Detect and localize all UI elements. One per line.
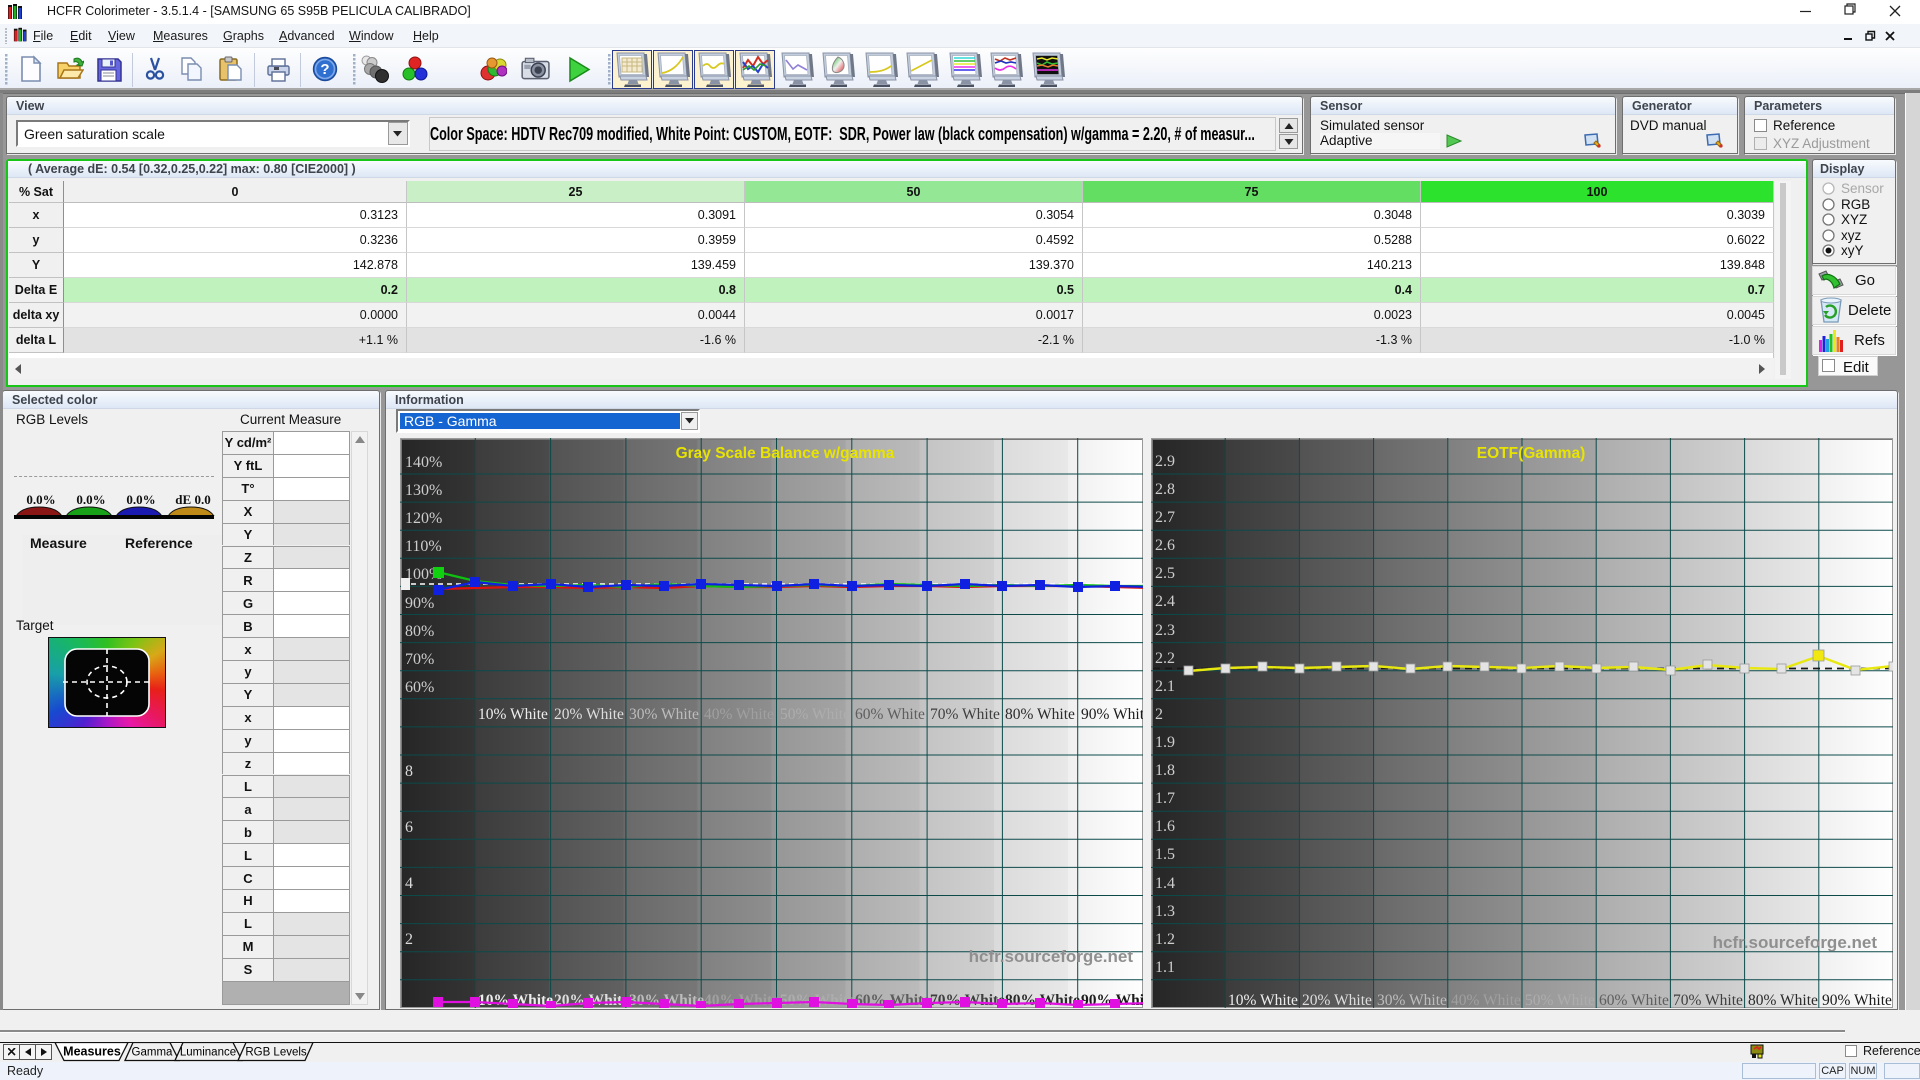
svg-text:90% White: 90% White bbox=[1822, 992, 1892, 1008]
svg-text:90% White: 90% White bbox=[1081, 706, 1143, 723]
svg-text:2.1: 2.1 bbox=[1155, 678, 1175, 695]
svg-text:4: 4 bbox=[405, 875, 413, 892]
svg-text:60% White: 60% White bbox=[1599, 992, 1669, 1008]
svg-text:90%: 90% bbox=[405, 595, 434, 612]
svg-text:60%: 60% bbox=[405, 679, 434, 696]
svg-text:hcfr.sourceforge.net: hcfr.sourceforge.net bbox=[1713, 933, 1878, 952]
svg-text:2.5: 2.5 bbox=[1155, 565, 1175, 582]
svg-text:EOTF(Gamma): EOTF(Gamma) bbox=[1477, 445, 1586, 462]
svg-text:8: 8 bbox=[405, 763, 413, 780]
svg-text:40% White: 40% White bbox=[704, 706, 774, 723]
svg-text:60% White: 60% White bbox=[855, 706, 925, 723]
svg-text:1.6: 1.6 bbox=[1155, 818, 1175, 835]
svg-text:2.8: 2.8 bbox=[1155, 481, 1175, 498]
svg-text:Luminance: Luminance bbox=[180, 1047, 236, 1059]
svg-text:10% White: 10% White bbox=[478, 706, 548, 723]
svg-text:RGB Levels: RGB Levels bbox=[245, 1047, 307, 1059]
svg-text:130%: 130% bbox=[405, 482, 442, 499]
svg-text:80%: 80% bbox=[405, 623, 434, 640]
svg-text:70% White: 70% White bbox=[930, 706, 1000, 723]
svg-text:1.3: 1.3 bbox=[1155, 903, 1175, 920]
svg-text:2.6: 2.6 bbox=[1155, 537, 1175, 554]
svg-text:1.1: 1.1 bbox=[1155, 959, 1175, 976]
svg-text:110%: 110% bbox=[405, 538, 442, 555]
svg-text:50% White: 50% White bbox=[780, 706, 850, 723]
svg-text:2: 2 bbox=[405, 931, 413, 948]
svg-text:70%: 70% bbox=[405, 651, 434, 668]
svg-text:1.8: 1.8 bbox=[1155, 762, 1175, 779]
svg-text:2: 2 bbox=[1155, 706, 1163, 723]
svg-text:20% White: 20% White bbox=[554, 706, 624, 723]
svg-text:hcfr.sourceforge.net: hcfr.sourceforge.net bbox=[969, 947, 1134, 966]
svg-text:20% White: 20% White bbox=[1302, 992, 1372, 1008]
svg-text:10% White: 10% White bbox=[1228, 992, 1298, 1008]
svg-text:80% White: 80% White bbox=[1748, 992, 1818, 1008]
svg-text:1.7: 1.7 bbox=[1155, 790, 1175, 807]
svg-text:50% White: 50% White bbox=[1525, 992, 1595, 1008]
svg-text:140%: 140% bbox=[405, 454, 442, 471]
svg-text:40% White: 40% White bbox=[1451, 992, 1521, 1008]
svg-text:1.4: 1.4 bbox=[1155, 875, 1175, 892]
svg-text:80% White: 80% White bbox=[1005, 706, 1075, 723]
svg-text:120%: 120% bbox=[405, 510, 442, 527]
svg-text:70% White: 70% White bbox=[1673, 992, 1743, 1008]
svg-text:Gamma: Gamma bbox=[132, 1047, 174, 1059]
svg-text:2.9: 2.9 bbox=[1155, 453, 1175, 470]
svg-text:1.5: 1.5 bbox=[1155, 846, 1175, 863]
svg-text:2.4: 2.4 bbox=[1155, 593, 1175, 610]
svg-text:2.7: 2.7 bbox=[1155, 509, 1175, 526]
svg-text:2.3: 2.3 bbox=[1155, 622, 1175, 639]
svg-text:2.2: 2.2 bbox=[1155, 650, 1175, 667]
svg-text:Gray Scale Balance w/gamma: Gray Scale Balance w/gamma bbox=[676, 445, 895, 462]
svg-text:6: 6 bbox=[405, 819, 413, 836]
svg-text:30% White: 30% White bbox=[1377, 992, 1447, 1008]
svg-text:?: ? bbox=[320, 61, 329, 78]
svg-text:1.9: 1.9 bbox=[1155, 734, 1175, 751]
svg-text:30% White: 30% White bbox=[629, 706, 699, 723]
svg-text:1.2: 1.2 bbox=[1155, 931, 1175, 948]
svg-text:Measures: Measures bbox=[63, 1045, 121, 1059]
